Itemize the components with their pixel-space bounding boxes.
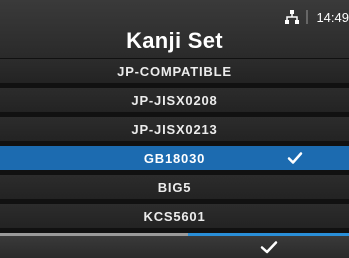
list-item-big5[interactable]: BIG5	[0, 175, 349, 199]
kanji-set-screen: 14:49 Kanji Set JP-COMPATIBLE JP-JISX020…	[0, 0, 349, 258]
list-item-gb18030[interactable]: GB18030	[0, 146, 349, 170]
check-icon	[287, 152, 303, 164]
check-icon	[260, 241, 277, 254]
list-item-kcs5601[interactable]: KCS5601	[0, 204, 349, 228]
status-bar: 14:49	[284, 7, 349, 27]
list-item-jp-jisx0213[interactable]: JP-JISX0213	[0, 117, 349, 141]
status-divider	[306, 10, 309, 24]
list-item-jp-jisx0208[interactable]: JP-JISX0208	[0, 88, 349, 112]
network-icon	[285, 10, 300, 24]
footer-bar	[0, 233, 349, 258]
list-item-label: JP-JISX0208	[131, 92, 218, 108]
list-item-jp-compatible[interactable]: JP-COMPATIBLE	[0, 59, 349, 83]
list-item-label: JP-COMPATIBLE	[117, 63, 232, 79]
list-item-label: GB18030	[143, 150, 206, 166]
list-item-label: BIG5	[157, 179, 192, 195]
list-item-label: KCS5601	[143, 208, 206, 224]
page-title: Kanji Set	[126, 28, 223, 53]
back-button[interactable]	[0, 233, 188, 258]
title-bar: 14:49 Kanji Set	[0, 0, 349, 58]
clock: 14:49	[316, 9, 349, 25]
list-item-label: JP-JISX0213	[131, 121, 218, 137]
confirm-button[interactable]	[188, 233, 349, 258]
kanji-set-list: JP-COMPATIBLE JP-JISX0208 JP-JISX0213 GB…	[0, 59, 349, 233]
